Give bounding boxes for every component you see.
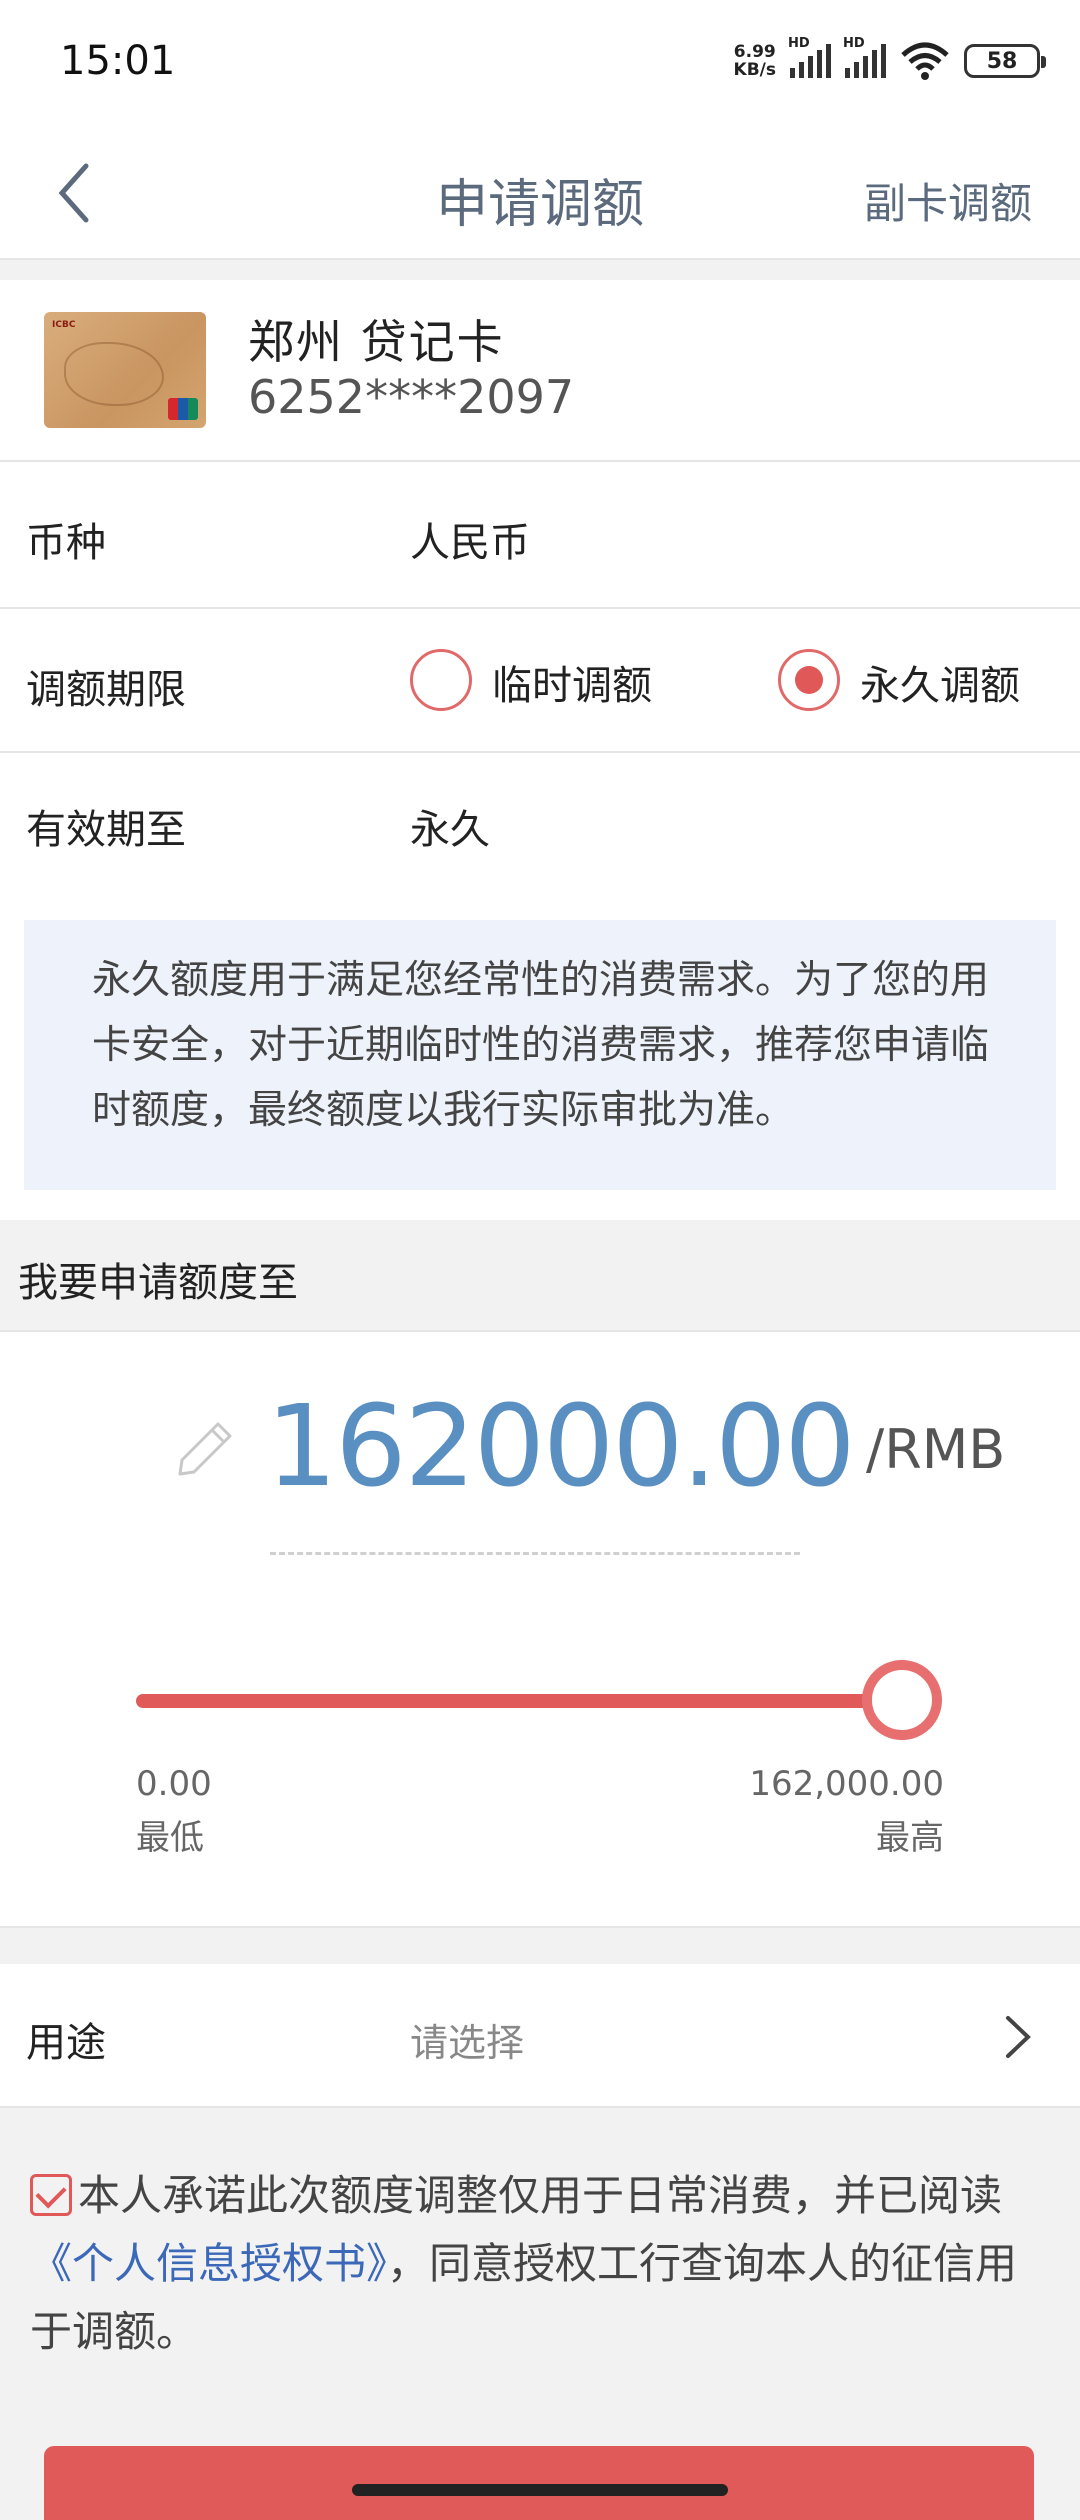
network-speed: 6.99 KB/s [733,42,776,80]
radio-permanent[interactable] [778,649,840,711]
wifi-icon [901,42,949,80]
card-image: ICBC [44,312,206,428]
amount-slider-handle[interactable] [862,1660,942,1740]
currency-row: 币种 人民币 [0,462,1080,607]
status-bar: 15:01 6.99 KB/s HD HD 58 [0,0,1080,130]
notice-section: 永久额度用于满足您经常性的消费需求。为了您的用卡安全，对于近期临时性的消费需求，… [0,890,1080,1220]
slider-max-value: 162,000.00 [749,1764,944,1804]
option-temporary-label[interactable]: 临时调额 [492,653,652,711]
nav-header: 申请调额 副卡调额 [0,130,1080,260]
notice-text: 永久额度用于满足您经常性的消费需求。为了您的用卡安全，对于近期临时性的消费需求，… [24,920,1056,1190]
slider-max-label: 最高 [876,1818,944,1858]
amount-unit: /RMB [866,1418,1006,1481]
amount-underline [270,1552,800,1555]
icbc-logo-icon: ICBC [52,320,76,330]
apply-amount-label: 我要申请额度至 [18,1260,298,1306]
home-indicator [352,2484,728,2496]
card-info: ICBC 郑州 贷记卡 6252****2097 [0,280,1080,460]
status-time: 15:01 [60,38,176,84]
period-label: 调额期限 [26,667,186,713]
valid-until-row: 有效期至 永久 [0,753,1080,893]
agreement-text: 本人承诺此次额度调整仅用于日常消费，并已阅读《个人信息授权书》，同意授权工行查询… [30,2171,1018,2356]
signal-icon: HD [788,36,831,78]
currency-label: 币种 [26,520,106,566]
valid-until-label: 有效期至 [26,807,186,853]
submit-button[interactable] [44,2446,1034,2520]
unionpay-icon [168,398,198,420]
signal-icon: HD [843,36,886,78]
sub-card-adjust-button[interactable]: 副卡调额 [864,170,1032,231]
agreement-checkbox[interactable] [30,2174,72,2216]
card-name: 郑州 贷记卡 [248,315,505,369]
pencil-icon[interactable] [174,1418,236,1480]
card-number: 6252****2097 [248,370,575,424]
purpose-select[interactable]: 用途 请选择 [0,1964,1080,2108]
currency-value: 人民币 [410,520,530,566]
option-permanent-label[interactable]: 永久调额 [860,653,1020,711]
card-map-art [64,342,164,406]
purpose-label: 用途 [26,2020,106,2066]
status-icons: 6.99 KB/s HD HD 58 [733,36,1046,86]
slider-min-label: 最低 [136,1818,204,1858]
battery-icon: 58 [964,44,1046,78]
period-row: 调额期限 临时调额 永久调额 [0,609,1080,751]
purpose-placeholder[interactable]: 请选择 [410,2012,524,2067]
amount-slider-track[interactable] [136,1694,902,1708]
slider-min-value: 0.00 [136,1764,212,1804]
authorization-link[interactable]: 《个人信息授权书》 [30,2239,387,2288]
radio-temporary[interactable] [410,649,472,711]
amount-input[interactable]: 162000.00 [266,1382,856,1512]
chevron-right-icon[interactable] [1000,2012,1036,2062]
valid-until-value: 永久 [410,807,490,853]
amount-section: 162000.00 /RMB 0.00 最低 162,000.00 最高 [0,1330,1080,1928]
